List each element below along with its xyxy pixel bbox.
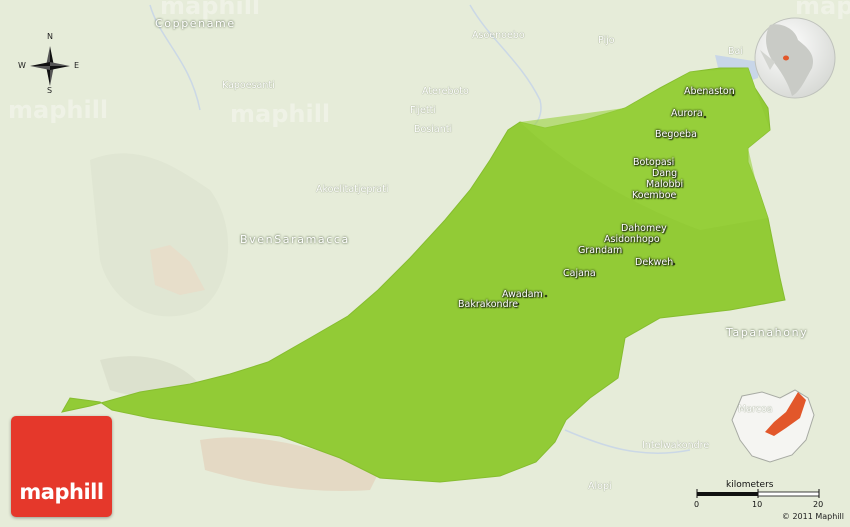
compass-south: S	[47, 86, 53, 95]
town-label: Asoenoebo	[472, 30, 525, 41]
town-label: Begoeba	[655, 129, 697, 140]
logo-text: maphill	[19, 480, 104, 504]
town-label: Intelwakondre	[642, 440, 710, 451]
scale-tick: 0	[694, 500, 700, 509]
maphill-logo[interactable]: maphill	[11, 416, 112, 517]
town-label: Cajana	[563, 268, 596, 279]
town-label: Bosianti	[414, 124, 453, 135]
town-label: Bakrakondre	[458, 299, 519, 310]
map-canvas: maphill maphill maphill maphill N S W E …	[0, 0, 850, 527]
town-label: Aurora	[671, 108, 703, 119]
town-label: Dahomey	[621, 223, 667, 234]
town-label: Grandam	[578, 245, 623, 256]
compass-east: E	[74, 61, 80, 70]
town-label: Fijetti	[410, 105, 436, 116]
town-label: Bai	[728, 46, 743, 57]
region-label: Tapanahony	[726, 326, 809, 339]
town-label: Malobbi	[646, 179, 684, 190]
town-label: Marcoa	[738, 404, 773, 415]
scale-title: kilometers	[726, 480, 774, 490]
scale-tick: 20	[813, 500, 824, 509]
copyright: © 2011 Maphill	[781, 512, 844, 521]
town-label: Dekweh	[635, 257, 674, 268]
watermark: maphill	[230, 100, 331, 128]
region-label: Coppename	[155, 17, 236, 30]
town-label: Koemboe	[632, 190, 677, 201]
town-label: Abenaston	[684, 86, 735, 97]
compass-west: W	[18, 61, 26, 70]
map-base	[0, 0, 850, 527]
watermark: maphill	[795, 0, 850, 20]
town-label: Akoelitatjeprati	[316, 184, 389, 195]
town-label: Botopasi	[633, 157, 675, 168]
town-label: Dang	[652, 168, 678, 179]
town-label: Pijo	[598, 35, 615, 46]
region-label: BvenSaramacca	[240, 233, 350, 246]
town-label: Kapoesanti	[222, 80, 275, 91]
watermark: maphill	[8, 96, 109, 124]
town-label: Aterebotо	[422, 86, 469, 97]
town-label: Asidonhopo	[604, 234, 660, 245]
compass-north: N	[47, 32, 53, 41]
locator-globe	[754, 17, 836, 99]
town-label: Alopi	[588, 481, 612, 492]
scale-tick: 10	[752, 500, 763, 509]
